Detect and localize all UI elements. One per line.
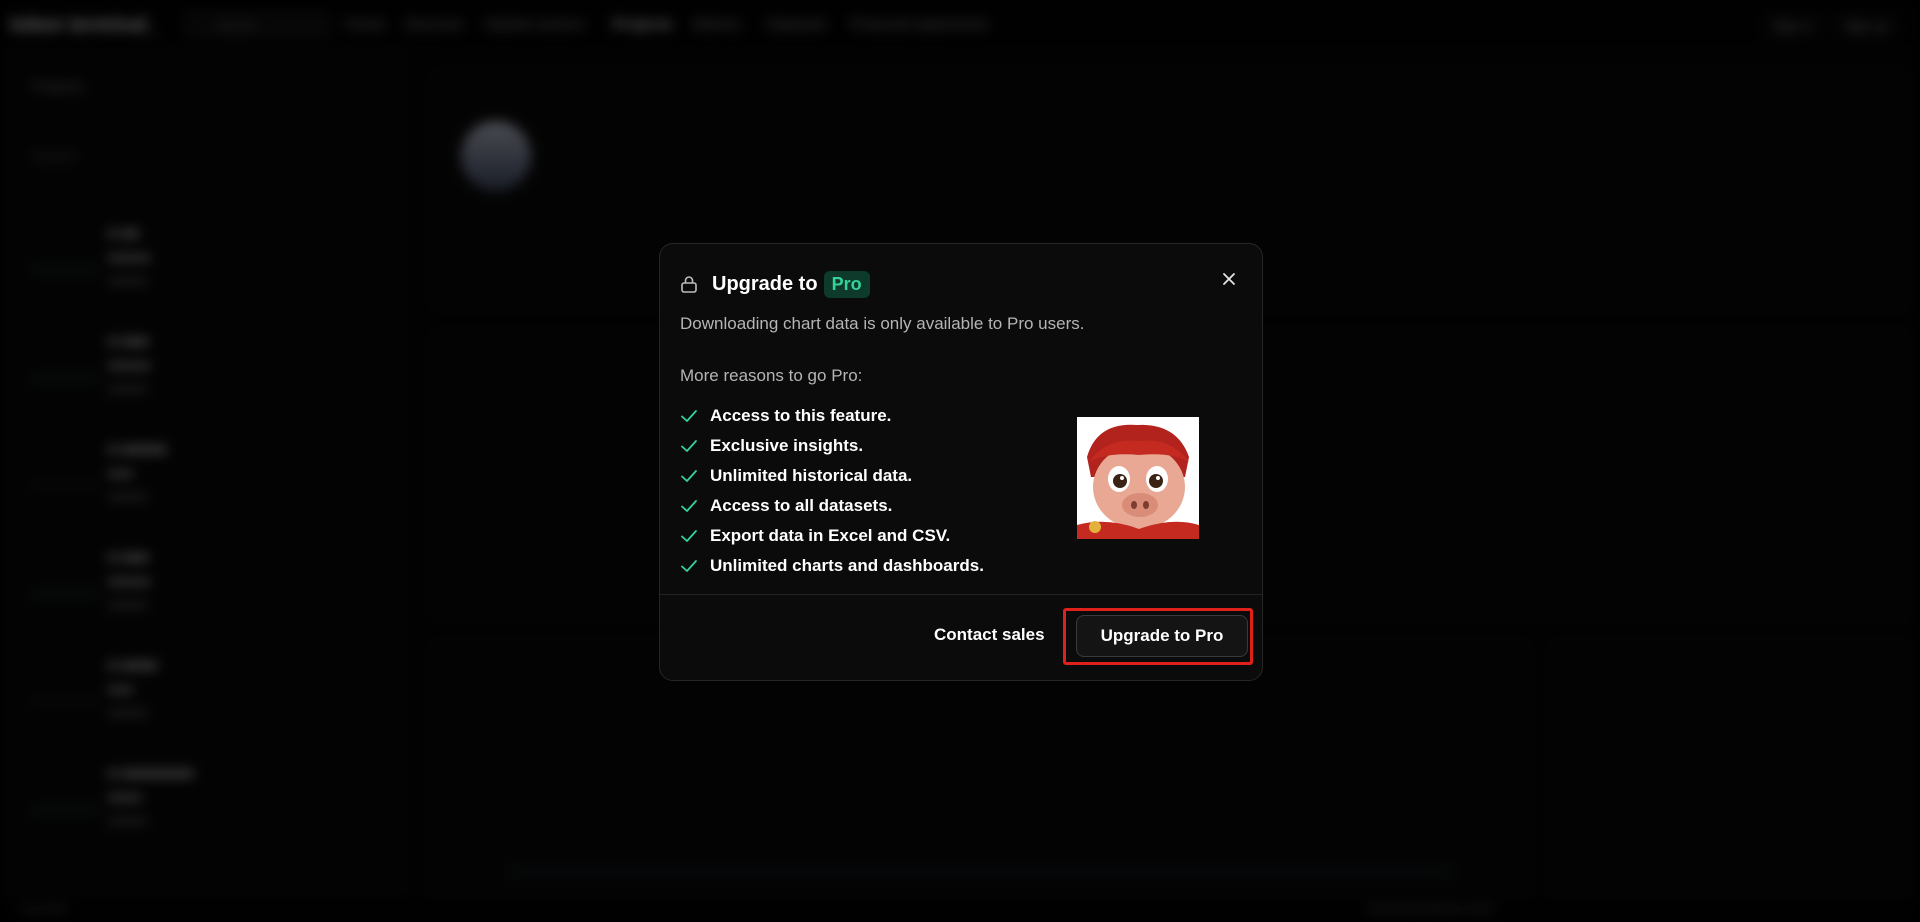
modal-title: Upgrade to (712, 272, 818, 295)
list-item: Unlimited charts and dashboards. (680, 551, 984, 581)
close-button[interactable] (1216, 266, 1242, 292)
list-item: Export data in Excel and CSV. (680, 521, 984, 551)
pig-mascot-image (1077, 417, 1199, 539)
modal-header: Upgrade to Pro (680, 268, 870, 300)
reason-text: Access to all datasets. (710, 496, 893, 515)
check-icon (681, 530, 697, 542)
reason-text: Export data in Excel and CSV. (710, 526, 951, 545)
lock-icon (680, 276, 698, 293)
check-icon (681, 560, 697, 572)
close-icon (1223, 273, 1235, 285)
reasons-title: More reasons to go Pro: (680, 366, 863, 385)
modal-divider (660, 594, 1262, 595)
pro-badge: Pro (823, 270, 870, 298)
contact-sales-button[interactable]: Contact sales (922, 615, 1057, 655)
list-item: Unlimited historical data. (680, 461, 984, 491)
upgrade-to-pro-button[interactable]: Upgrade to Pro (1076, 615, 1248, 657)
reason-text: Exclusive insights. (710, 436, 864, 455)
check-icon (681, 440, 697, 452)
reason-text: Access to this feature. (710, 406, 892, 425)
list-item: Exclusive insights. (680, 431, 984, 461)
list-item: Access to this feature. (680, 401, 984, 431)
list-item: Access to all datasets. (680, 491, 984, 521)
modal-description: Downloading chart data is only available… (680, 314, 1085, 333)
reason-text: Unlimited historical data. (710, 466, 913, 485)
check-icon (681, 410, 697, 422)
check-icon (681, 500, 697, 512)
check-icon (681, 470, 697, 482)
reason-text: Unlimited charts and dashboards. (710, 556, 984, 575)
upgrade-modal: Upgrade to Pro Downloading chart data is… (659, 243, 1263, 681)
reasons-list: Access to this feature. Exclusive insigh… (680, 401, 984, 581)
